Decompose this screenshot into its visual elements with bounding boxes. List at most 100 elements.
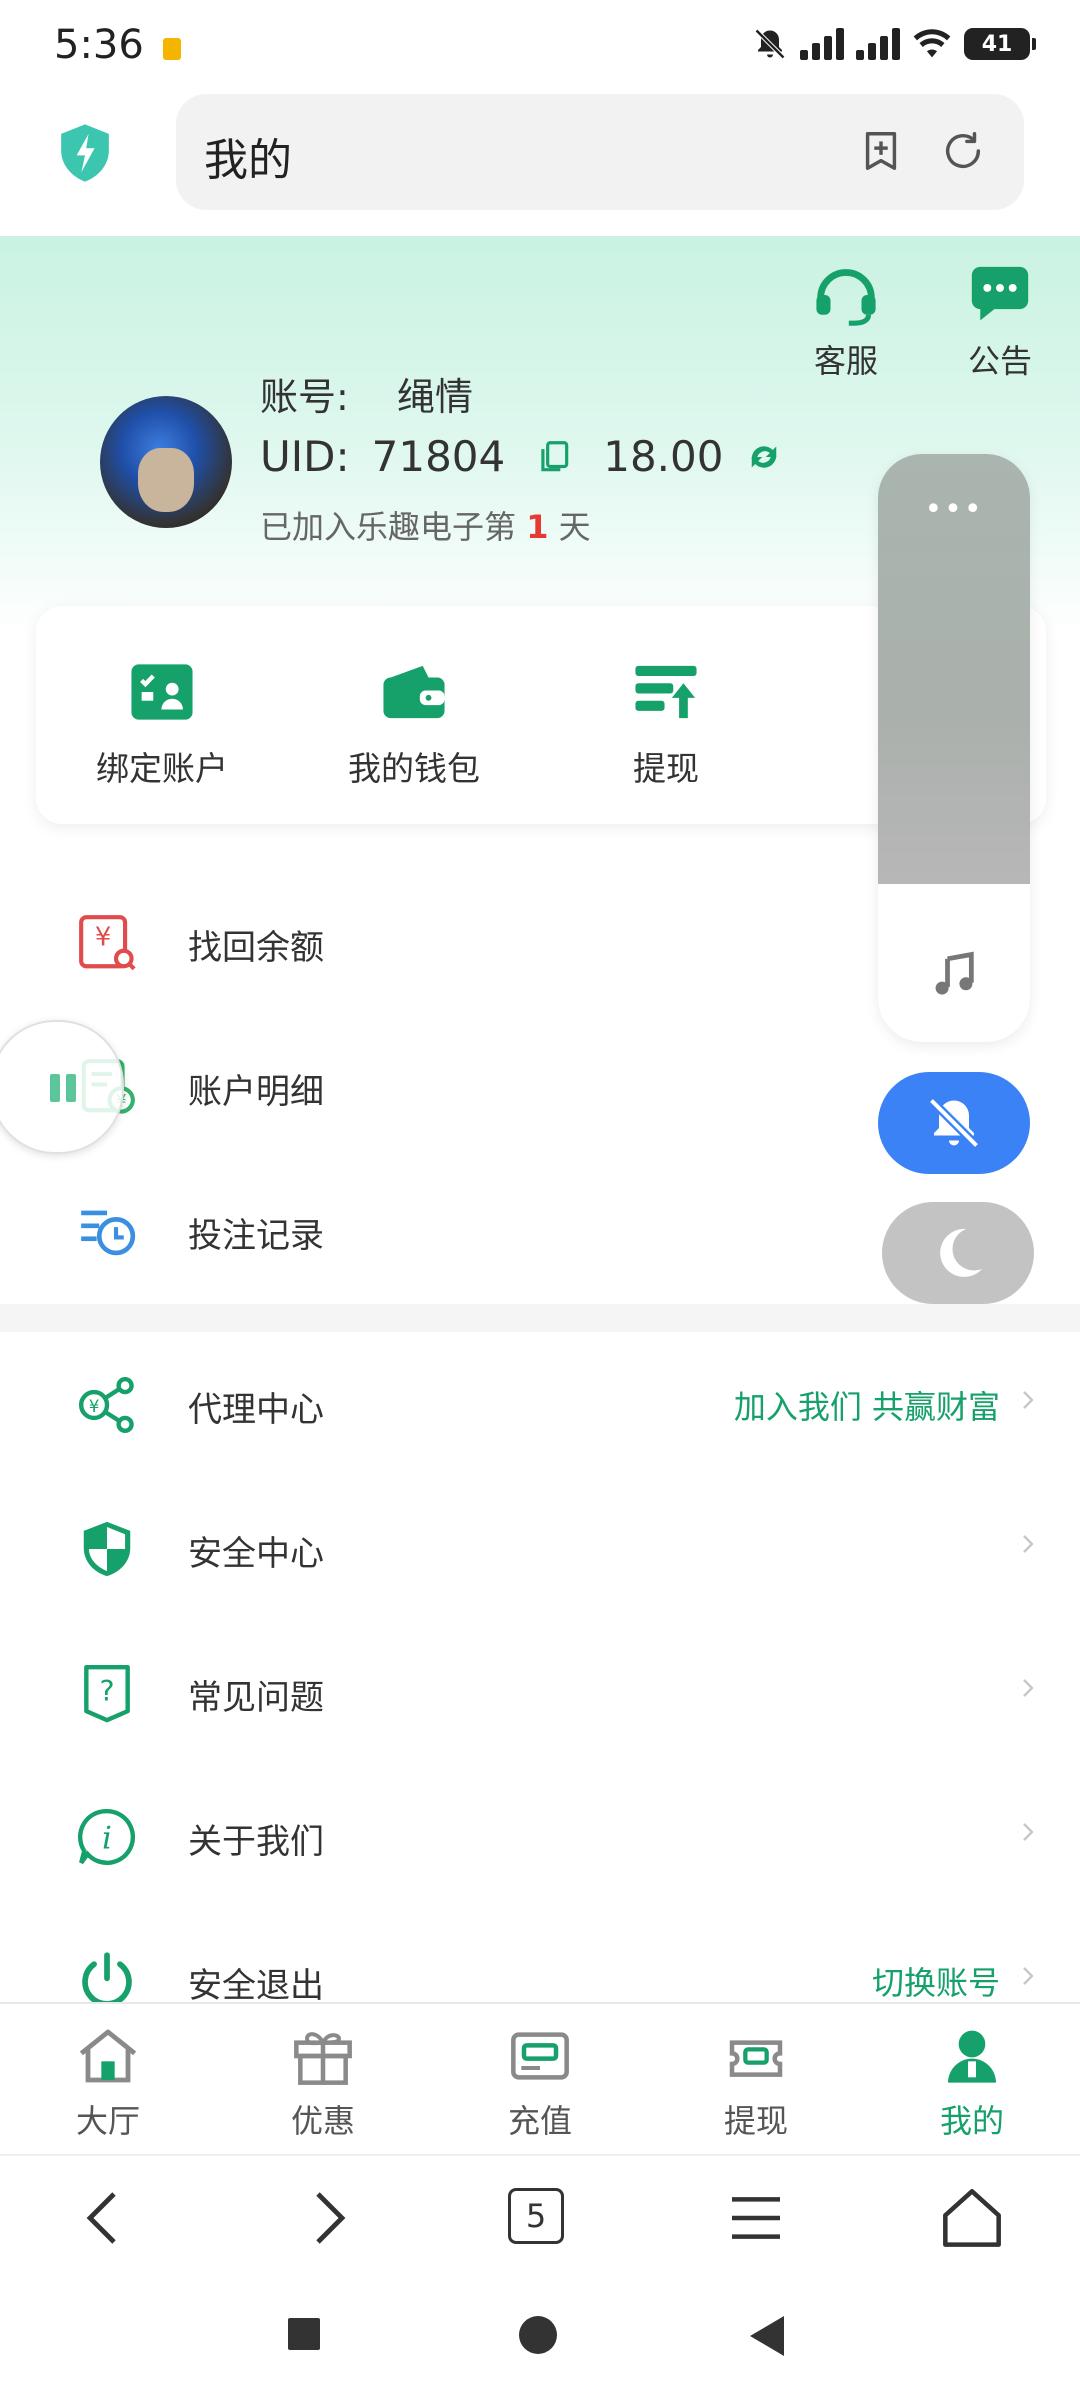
recover-balance-icon: ¥ <box>79 915 136 971</box>
menu-item-security-center[interactable]: 安全中心 <box>0 1476 1080 1620</box>
about-us-icon: i <box>78 1808 136 1865</box>
menu-label: 投注记录 <box>188 1216 324 1256</box>
status-icons: 41 <box>752 26 1036 62</box>
chevron-right-icon <box>1023 1967 1034 1985</box>
withdraw-button[interactable]: 提现 <box>566 660 766 790</box>
recents-button[interactable] <box>288 2318 320 2350</box>
section-divider <box>0 1304 1080 1332</box>
menu-label: 安全中心 <box>188 1534 324 1574</box>
wifi-icon <box>913 29 951 58</box>
agent-center-icon: ¥ <box>78 1376 134 1434</box>
svg-text:?: ? <box>99 1675 114 1708</box>
tab-label: 大厅 <box>75 2102 140 2140</box>
account-line: 账号: 绳情 <box>260 366 473 421</box>
tab-mine[interactable]: 我的 <box>902 2026 1042 2142</box>
chevron-right-icon <box>1023 1679 1034 1697</box>
svg-text:i: i <box>102 1821 112 1857</box>
menu-label: 安全退出 <box>188 1966 324 2006</box>
back-arrow-icon[interactable] <box>74 2186 138 2250</box>
quick-label: 提现 <box>633 749 699 788</box>
customer-service-button[interactable]: 客服 <box>806 264 886 382</box>
security-center-icon <box>83 1521 131 1577</box>
uid-value: 71804 <box>371 432 506 481</box>
status-time: 5:36 <box>54 22 144 68</box>
headset-icon <box>816 269 876 326</box>
menu-item-about-us[interactable]: i 关于我们 <box>0 1764 1080 1908</box>
status-bar: 5:36 41 <box>0 0 1080 92</box>
tab-recharge[interactable]: 充值 <box>470 2026 610 2142</box>
copy-icon[interactable] <box>535 438 573 476</box>
menu-item-faq[interactable]: ? 常见问题 <box>0 1620 1080 1764</box>
agent-slogan: 加入我们 共赢财富 <box>733 1388 1000 1426</box>
menu-item-agent-center[interactable]: ¥ 代理中心 加入我们 共赢财富 <box>0 1332 1080 1476</box>
forward-arrow-icon[interactable] <box>294 2186 358 2250</box>
tab-withdraw[interactable]: 提现 <box>686 2026 826 2142</box>
system-back-icon[interactable] <box>748 2314 788 2358</box>
bind-account-icon <box>131 664 193 720</box>
tab-promotions[interactable]: 优惠 <box>253 2026 393 2142</box>
tabs-count-button[interactable]: 5 <box>508 2188 564 2244</box>
mute-bell-icon <box>754 28 786 60</box>
customer-service-label: 客服 <box>813 342 878 380</box>
chat-bubble-icon <box>971 266 1029 321</box>
quick-label: 我的钱包 <box>348 749 480 788</box>
notice-label: 公告 <box>967 342 1032 380</box>
add-bookmark-icon[interactable] <box>858 128 904 174</box>
menu-label: 账户明细 <box>188 1072 324 1112</box>
tab-label: 充值 <box>507 2102 572 2140</box>
uid-label: UID: <box>260 432 350 481</box>
faq-icon: ? <box>84 1664 130 1723</box>
refresh-icon[interactable] <box>940 128 986 174</box>
browser-address-bar: 我的 <box>0 92 1080 236</box>
account-label: 账号: <box>260 375 349 419</box>
shield-logo-icon[interactable] <box>56 122 114 184</box>
mute-toggle-button[interactable] <box>878 1072 1030 1174</box>
bell-off-icon <box>928 1097 980 1149</box>
svg-text:¥: ¥ <box>89 1396 100 1416</box>
refresh-balance-icon[interactable] <box>743 436 785 478</box>
tab-label: 优惠 <box>290 2102 355 2140</box>
menu-label: 代理中心 <box>188 1390 324 1430</box>
menu-icon[interactable] <box>724 2186 788 2250</box>
browser-nav-bar: 5 <box>0 2154 1080 2276</box>
moon-icon <box>940 1228 982 1277</box>
address-field[interactable]: 我的 <box>176 94 1024 210</box>
recharge-card-icon <box>511 2032 569 2080</box>
menu-label: 关于我们 <box>188 1822 324 1862</box>
avatar[interactable] <box>100 396 232 528</box>
switch-account-link[interactable]: 切换账号 <box>872 1958 1000 2004</box>
account-name: 绳情 <box>397 375 474 419</box>
joined-prefix: 已加入乐趣电子第 <box>260 508 517 546</box>
chevron-right-icon <box>1023 1391 1034 1409</box>
tab-lobby[interactable]: 大厅 <box>38 2026 178 2142</box>
floating-media-panel[interactable]: ••• <box>878 454 1030 1042</box>
notification-dot-icon <box>163 38 181 60</box>
signal-icon <box>800 28 844 60</box>
joined-days-line: 已加入乐趣电子第 1 天 <box>260 502 591 548</box>
bottom-tab-bar: 大厅 优惠 充值 提现 我的 <box>0 2002 1080 2156</box>
home-button[interactable] <box>519 2316 557 2354</box>
home-icon <box>79 2029 137 2083</box>
chevron-right-icon <box>1023 1823 1034 1841</box>
menu-label: 找回余额 <box>188 928 324 968</box>
battery-icon: 41 <box>964 28 1036 60</box>
more-dots-icon[interactable]: ••• <box>878 492 1030 527</box>
cash-icon <box>729 2040 783 2077</box>
svg-text:¥: ¥ <box>95 923 111 953</box>
bind-account-button[interactable]: 绑定账户 <box>62 660 262 790</box>
night-mode-button[interactable] <box>882 1202 1034 1304</box>
wallet-button[interactable]: 我的钱包 <box>314 660 514 790</box>
quick-label: 绑定账户 <box>96 749 228 788</box>
menu-label: 常见问题 <box>188 1678 324 1718</box>
chevron-right-icon <box>1023 1535 1034 1553</box>
home-page-icon[interactable] <box>940 2186 1004 2250</box>
tab-label: 提现 <box>723 2102 788 2140</box>
withdraw-icon <box>635 665 697 719</box>
floating-assist-widget[interactable] <box>0 1020 124 1154</box>
joined-days-count: 1 <box>526 508 549 546</box>
uid-line: UID: 71804 18.00 <box>260 432 785 481</box>
tab-label: 我的 <box>939 2102 1004 2140</box>
wallet-icon <box>383 665 445 719</box>
music-note-icon[interactable] <box>928 948 980 1000</box>
notice-button[interactable]: 公告 <box>960 264 1040 382</box>
